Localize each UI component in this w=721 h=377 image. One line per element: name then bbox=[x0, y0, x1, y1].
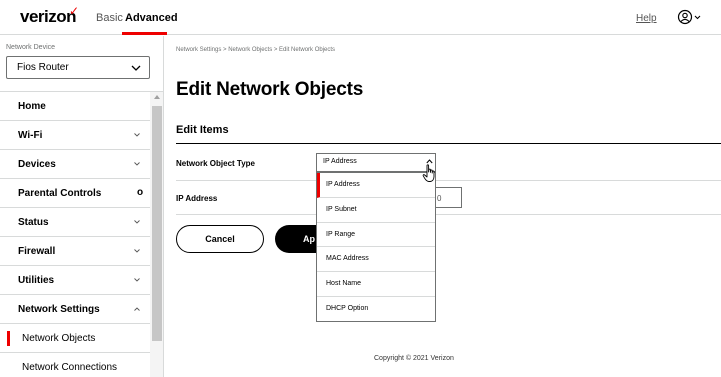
network-object-type-label: Network Object Type bbox=[176, 159, 255, 168]
help-link[interactable]: Help bbox=[636, 13, 657, 24]
chevron-down-icon bbox=[131, 65, 141, 71]
dropdown-option-label: IP Subnet bbox=[326, 205, 357, 213]
network-object-type-dropdown: IP Address IP Subnet IP Range MAC Addres… bbox=[316, 172, 436, 322]
sidebar-item-label: Wi-Fi bbox=[18, 130, 43, 141]
tab-advanced[interactable]: Advanced bbox=[125, 12, 178, 24]
sidebar-subitem-label: Network Objects bbox=[22, 333, 96, 344]
sidebar-item-label: Parental Controls bbox=[18, 188, 102, 199]
verizon-logo[interactable]: verizon bbox=[20, 7, 77, 27]
dropdown-option-ip-range[interactable]: IP Range bbox=[317, 223, 435, 248]
chevron-down-icon bbox=[134, 133, 140, 137]
dropdown-option-label: IP Address bbox=[326, 181, 360, 188]
sidebar-item-label: Devices bbox=[18, 159, 56, 170]
parental-controls-status-badge: o bbox=[137, 187, 144, 198]
ip-address-label: IP Address bbox=[176, 194, 218, 203]
sidebar-item-parental-controls[interactable]: Parental Controls o bbox=[0, 179, 150, 208]
scroll-up-icon[interactable] bbox=[154, 95, 160, 99]
sidebar-item-label: Firewall bbox=[18, 246, 56, 257]
sidebar-item-wifi[interactable]: Wi-Fi bbox=[0, 121, 150, 150]
network-object-type-select[interactable]: IP Address bbox=[316, 153, 436, 172]
dropdown-option-ip-address[interactable]: IP Address bbox=[317, 173, 435, 198]
ip-address-value: 0 bbox=[437, 194, 442, 203]
sidebar-item-devices[interactable]: Devices bbox=[0, 150, 150, 179]
sidebar-subitem-network-connections[interactable]: Network Connections bbox=[0, 353, 150, 377]
sidebar-item-label: Utilities bbox=[18, 275, 55, 286]
sidebar-item-home[interactable]: Home bbox=[0, 92, 150, 121]
scrollbar-thumb[interactable] bbox=[152, 106, 162, 341]
dropdown-option-label: Host Name bbox=[326, 280, 362, 288]
dropdown-option-label: DHCP Option bbox=[326, 304, 369, 312]
active-item-indicator bbox=[7, 331, 10, 346]
cancel-button[interactable]: Cancel bbox=[176, 225, 264, 253]
network-device-label: Network Device bbox=[6, 44, 56, 51]
sidebar: Network Device Fios Router Home Wi-Fi De… bbox=[0, 36, 164, 377]
sidebar-subitem-network-objects[interactable]: Network Objects bbox=[0, 324, 150, 353]
breadcrumb[interactable]: Network Settings > Network Objects > Edi… bbox=[176, 47, 335, 53]
sidebar-item-network-settings[interactable]: Network Settings bbox=[0, 295, 150, 324]
sidebar-item-status[interactable]: Status bbox=[0, 208, 150, 237]
section-divider bbox=[176, 143, 721, 144]
sidebar-item-label: Home bbox=[18, 101, 46, 112]
user-menu-button[interactable] bbox=[677, 9, 707, 25]
dropdown-option-label: IP Range bbox=[326, 230, 356, 238]
tab-basic[interactable]: Basic bbox=[96, 12, 123, 24]
user-icon bbox=[677, 9, 701, 25]
chevron-up-icon bbox=[134, 307, 140, 311]
sidebar-item-utilities[interactable]: Utilities bbox=[0, 266, 150, 295]
sidebar-item-firewall[interactable]: Firewall bbox=[0, 237, 150, 266]
dropdown-option-ip-subnet[interactable]: IP Subnet bbox=[317, 198, 435, 223]
network-device-value: Fios Router bbox=[17, 62, 69, 73]
sidebar-scrollbar[interactable] bbox=[150, 92, 163, 377]
dropdown-option-host-name[interactable]: Host Name bbox=[317, 272, 435, 297]
copyright-text: Copyright © 2021 Verizon bbox=[374, 355, 454, 362]
network-object-type-value: IP Address bbox=[323, 158, 357, 165]
hand-pointer-icon bbox=[422, 164, 435, 182]
page-title: Edit Network Objects bbox=[176, 79, 364, 100]
chevron-down-icon bbox=[134, 249, 140, 253]
active-tab-indicator bbox=[122, 32, 167, 35]
network-device-select[interactable]: Fios Router bbox=[6, 56, 150, 79]
section-title: Edit Items bbox=[176, 124, 229, 136]
sidebar-nav: Home Wi-Fi Devices Parental Controls o S… bbox=[0, 92, 150, 377]
dropdown-option-dhcp-option[interactable]: DHCP Option bbox=[317, 297, 435, 322]
sidebar-item-label: Status bbox=[18, 217, 49, 228]
top-bar: verizon ✓ Basic Advanced Help bbox=[0, 0, 721, 35]
chevron-down-icon bbox=[134, 162, 140, 166]
dropdown-option-label: MAC Address bbox=[326, 255, 369, 263]
chevron-down-icon bbox=[134, 220, 140, 224]
sidebar-subitem-label: Network Connections bbox=[22, 362, 118, 373]
logo-check-icon: ✓ bbox=[69, 4, 80, 18]
row-divider bbox=[176, 214, 721, 215]
sidebar-item-label: Network Settings bbox=[18, 304, 100, 315]
row-divider bbox=[176, 180, 721, 181]
dropdown-option-mac-address[interactable]: MAC Address bbox=[317, 247, 435, 273]
chevron-down-icon bbox=[134, 278, 140, 282]
